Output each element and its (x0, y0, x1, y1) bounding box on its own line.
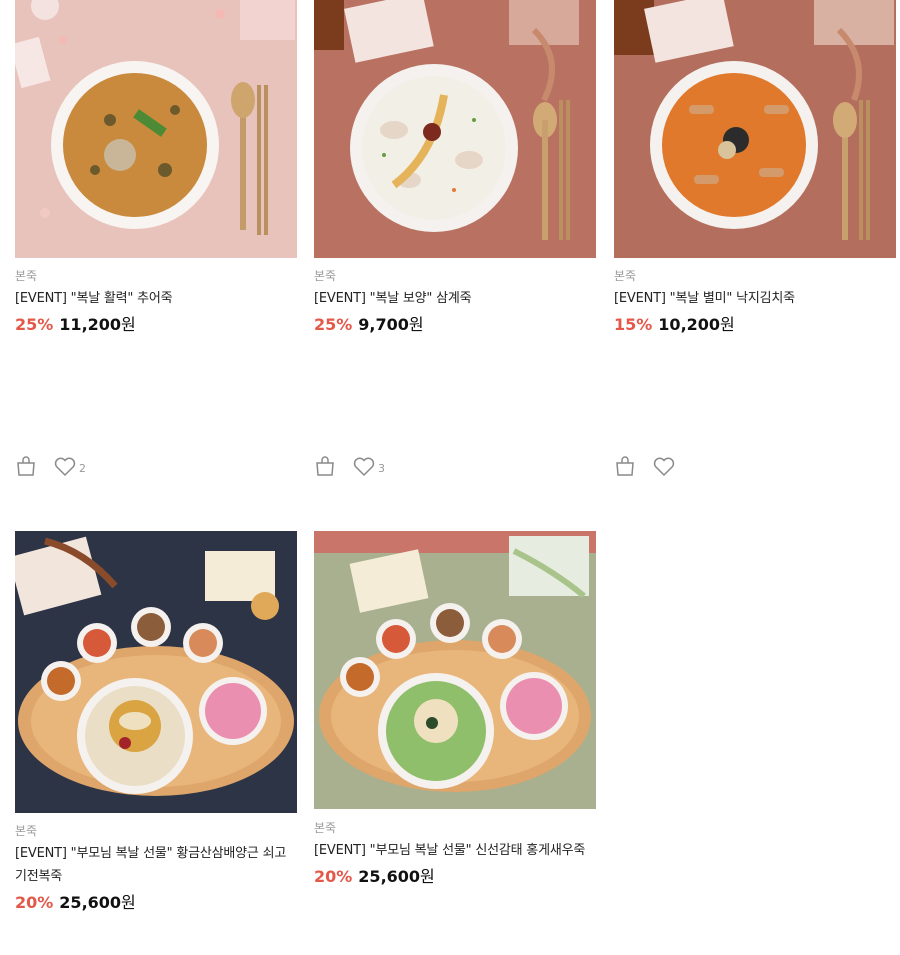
like-button[interactable]: 3 (352, 454, 385, 478)
currency-unit: 원 (408, 315, 424, 334)
currency-unit: 원 (121, 893, 136, 912)
add-to-cart-button[interactable] (614, 454, 638, 478)
add-to-cart-button[interactable] (15, 454, 39, 478)
chueo-porridge-image (15, 0, 297, 258)
product-name[interactable]: [EVENT] "복날 보양" 삼계죽 (314, 287, 596, 310)
sale-price: 9,700 (358, 315, 409, 334)
sale-price: 11,200 (59, 315, 122, 334)
gift-set-beef-abalone-image (15, 531, 297, 813)
discount-rate: 25% (314, 315, 353, 334)
gift-set-crab-shrimp-image (314, 531, 596, 809)
product-name[interactable]: [EVENT] "부모님 복날 선물" 신선감태 홍게새우죽 (314, 839, 596, 862)
product-image[interactable] (314, 0, 596, 258)
shopping-bag-icon (17, 456, 35, 476)
discount-rate: 20% (314, 867, 353, 886)
heart-icon (54, 457, 76, 477)
currency-unit: 원 (720, 315, 735, 334)
discount-rate: 20% (15, 893, 54, 912)
brand-label: 본죽 (15, 824, 38, 838)
sale-price: 25,600 (358, 867, 421, 886)
price-row: 25% 9,700원 (314, 314, 596, 336)
heart-icon (653, 457, 675, 477)
price-row: 15% 10,200원 (614, 314, 896, 336)
add-to-cart-button[interactable] (314, 454, 338, 478)
sale-price: 10,200 (658, 315, 721, 334)
product-name[interactable]: [EVENT] "부모님 복날 선물" 황금산삼배양근 쇠고기전복죽 (15, 842, 297, 888)
heart-icon (353, 457, 375, 477)
shopping-bag-icon (616, 456, 634, 476)
currency-unit: 원 (420, 867, 435, 886)
brand-label: 본죽 (614, 269, 637, 283)
octopus-kimchi-porridge-image (614, 0, 896, 258)
product-image[interactable] (614, 0, 896, 258)
product-name[interactable]: [EVENT] "복날 활력" 추어죽 (15, 287, 297, 310)
like-button[interactable] (652, 454, 678, 478)
product-image[interactable] (314, 531, 596, 809)
like-count: 2 (79, 461, 86, 475)
like-button[interactable]: 2 (53, 454, 86, 478)
brand-label: 본죽 (15, 269, 38, 283)
brand-label: 본죽 (314, 269, 337, 283)
product-name[interactable]: [EVENT] "복날 별미" 낙지김치죽 (614, 287, 896, 310)
sale-price: 25,600 (59, 893, 122, 912)
discount-rate: 25% (15, 315, 54, 334)
currency-unit: 원 (121, 315, 136, 334)
discount-rate: 15% (614, 315, 653, 334)
card-actions: 2 (15, 454, 86, 478)
product-grid: 본죽 [EVENT] "복날 활력" 추어죽 25% 11,200원 2 본죽 … (0, 0, 900, 955)
like-count: 3 (378, 461, 385, 475)
samgye-porridge-image (314, 0, 596, 258)
card-actions (614, 454, 678, 478)
product-image[interactable] (15, 0, 297, 258)
price-row: 25% 11,200원 (15, 314, 297, 336)
brand-label: 본죽 (314, 821, 337, 835)
price-row: 20% 25,600원 (314, 866, 596, 888)
card-actions: 3 (314, 454, 385, 478)
product-image[interactable] (15, 531, 297, 813)
price-row: 20% 25,600원 (15, 892, 297, 914)
shopping-bag-icon (316, 456, 334, 476)
